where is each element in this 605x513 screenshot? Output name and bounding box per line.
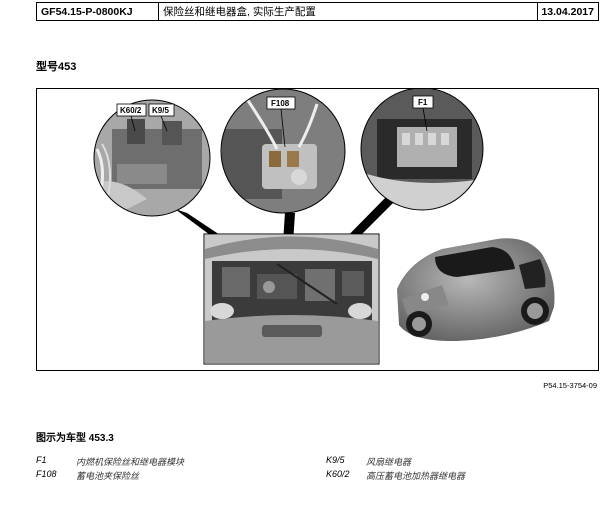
callout-k9-5: K9/5 (152, 106, 169, 115)
illustration: K60/2 K9/5 F108 F1 (93, 89, 555, 365)
legend-code: K9/5 (326, 455, 345, 465)
legend-code: F1 (36, 455, 47, 465)
legend-item: F1 内燃机保险丝和继电器模块 (36, 455, 296, 469)
legend-desc: 蓄电池夹保险丝 (76, 471, 140, 481)
callout-f1: F1 (418, 98, 428, 107)
legend-desc: 内燃机保险丝和继电器模块 (76, 457, 185, 467)
car-illustration (397, 238, 555, 342)
legend-desc: 高压蓄电池加热器继电器 (366, 471, 466, 481)
illustration-frame: K60/2 K9/5 F108 F1 (36, 88, 599, 371)
legend-item: K9/5 风扇继电器 (326, 455, 586, 469)
model-label: 型号453 (36, 61, 77, 73)
doc-date: 13.04.2017 (541, 5, 594, 18)
doc-title: 保险丝和继电器盒, 实际生产配置 (159, 3, 538, 20)
legend-desc: 风扇继电器 (366, 457, 412, 467)
detail-circle-f108: F108 (220, 89, 346, 214)
doc-id: GF54.15-P-0800KJ (37, 3, 159, 20)
detail-circle-f1: F1 (360, 89, 484, 211)
figure-id: P54.15-3754-09 (543, 381, 597, 390)
legend-item: K60/2 高压蓄电池加热器继电器 (326, 469, 586, 483)
callout-k60-2: K60/2 (120, 106, 142, 115)
document-header: GF54.15-P-0800KJ 保险丝和继电器盒, 实际生产配置 13.04.… (36, 2, 599, 21)
legend-code: F108 (36, 469, 57, 479)
legend-code: K60/2 (326, 469, 350, 479)
engine-bay-photo (203, 233, 380, 365)
detail-circle-k60-k9: K60/2 K9/5 (93, 99, 211, 217)
legend-item: F108 蓄电池夹保险丝 (36, 469, 296, 483)
figure-caption: 图示为车型 453.3 (36, 433, 114, 444)
callout-f108: F108 (271, 99, 290, 108)
